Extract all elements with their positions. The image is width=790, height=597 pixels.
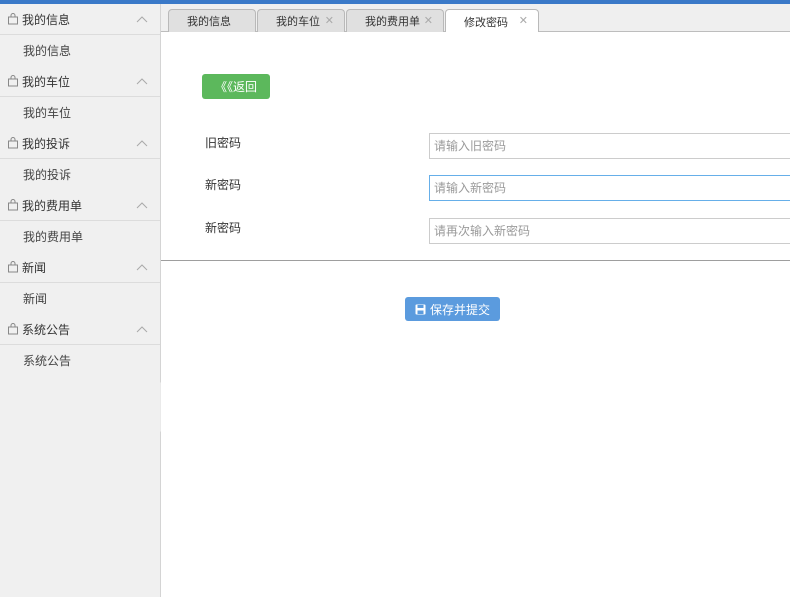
old-password-input[interactable] [429,133,790,159]
shopping-bag-icon [8,323,18,335]
tab-my-info[interactable]: 我的信息 [168,9,256,32]
sidebar: 我的信息 我的信息 我的车位 我的车位 我的投诉 我的投诉 我的费用单 我的费用… [0,4,161,597]
sidebar-group-my-bills[interactable]: 我的费用单 [0,190,160,221]
sidebar-item-my-info[interactable]: 我的信息 [0,35,160,66]
close-icon[interactable]: ✕ [325,14,334,27]
chevron-up-icon[interactable] [136,15,148,23]
sidebar-item-announcements[interactable]: 系统公告 [0,345,160,376]
sidebar-group-news[interactable]: 新闻 [0,252,160,283]
form-divider [161,260,790,261]
sidebar-item-my-bills[interactable]: 我的费用单 [0,221,160,252]
old-password-label: 旧密码 [205,136,242,150]
close-icon[interactable]: ✕ [519,14,528,27]
chevron-up-icon[interactable] [136,139,148,147]
main-content: 《《返回 旧密码 新密码 新密码 保存并提交 [161,32,790,597]
confirm-password-input[interactable] [429,218,790,244]
sidebar-group-my-parking[interactable]: 我的车位 [0,66,160,97]
shopping-bag-icon [8,75,18,87]
shopping-bag-icon [8,137,18,149]
chevron-up-icon[interactable] [136,325,148,333]
confirm-password-label: 新密码 [205,221,242,235]
chevron-up-icon[interactable] [136,263,148,271]
tab-label: 修改密码 [464,15,508,29]
new-password-label: 新密码 [205,178,242,192]
tab-change-password[interactable]: 修改密码 ✕ [445,9,539,33]
chevron-up-icon[interactable] [136,201,148,209]
close-icon[interactable]: ✕ [424,14,433,27]
sidebar-group-title: 新闻 [22,260,47,275]
back-button[interactable]: 《《返回 [202,74,270,99]
sidebar-group-title: 我的投诉 [22,136,71,151]
tab-label: 我的费用单 [365,15,420,28]
chevron-up-icon[interactable] [136,77,148,85]
sidebar-item-news[interactable]: 新闻 [0,283,160,314]
sidebar-item-my-parking[interactable]: 我的车位 [0,97,160,128]
shopping-bag-icon [8,261,18,273]
save-button-label: 保存并提交 [429,302,490,317]
tab-my-parking[interactable]: 我的车位 ✕ [257,9,345,32]
sidebar-group-title: 我的费用单 [22,198,83,213]
tab-my-bills[interactable]: 我的费用单 ✕ [346,9,444,32]
shopping-bag-icon [8,13,18,25]
new-password-input[interactable] [429,175,790,201]
sidebar-group-my-complaints[interactable]: 我的投诉 [0,128,160,159]
tab-label: 我的车位 [276,15,320,28]
sidebar-group-title: 我的车位 [22,74,71,89]
tab-label: 我的信息 [187,15,231,28]
shopping-bag-icon [8,199,18,211]
tab-bar: 我的信息 我的车位 ✕ 我的费用单 ✕ 修改密码 ✕ [161,4,790,33]
save-submit-button[interactable]: 保存并提交 [405,297,500,321]
sidebar-group-title: 我的信息 [22,12,71,27]
sidebar-group-title: 系统公告 [22,322,71,337]
sidebar-group-my-info[interactable]: 我的信息 [0,4,160,35]
floppy-disk-icon [415,304,426,314]
sidebar-group-announcements[interactable]: 系统公告 [0,314,160,345]
sidebar-item-my-complaints[interactable]: 我的投诉 [0,159,160,190]
